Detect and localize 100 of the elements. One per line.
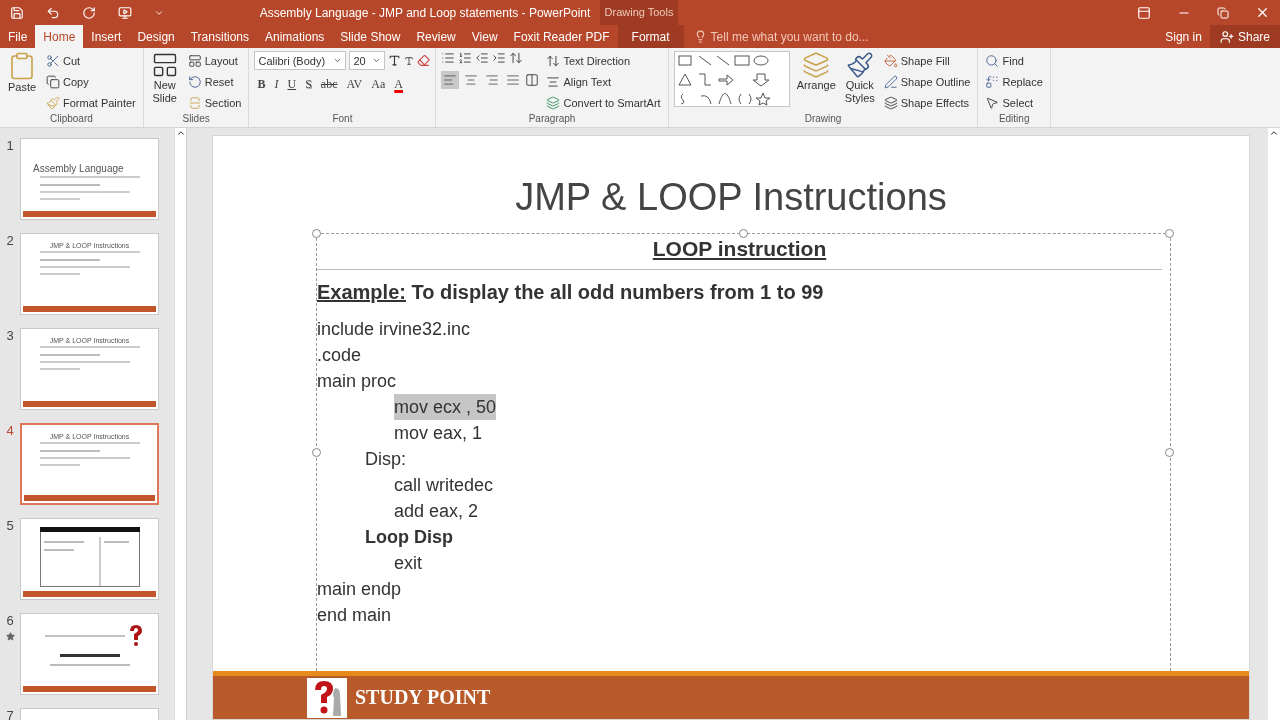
format-painter-button[interactable]: Format Painter xyxy=(44,93,138,112)
format-button[interactable]: A xyxy=(391,76,406,93)
text-direction-button[interactable]: Text Direction xyxy=(544,51,663,70)
align-left-icon xyxy=(443,73,458,87)
slide-thumbnail[interactable] xyxy=(20,613,159,695)
format-button[interactable]: I xyxy=(271,76,282,93)
code-line: main endp xyxy=(317,578,402,601)
arrange-button[interactable]: Arrange xyxy=(794,51,838,113)
replace-button[interactable]: Replace xyxy=(983,72,1045,91)
format-button[interactable]: abc xyxy=(317,76,341,93)
code-line: include irvine32.inc xyxy=(317,318,471,341)
group-label: Editing xyxy=(997,113,1031,126)
align-text-button[interactable]: Align Text xyxy=(544,72,663,91)
ribbon-tab[interactable]: Review xyxy=(408,25,464,48)
columns-icon[interactable] xyxy=(525,73,540,87)
format-button[interactable]: AV xyxy=(343,76,366,93)
shapes-gallery[interactable] xyxy=(673,51,790,107)
ribbon-tab[interactable]: Format xyxy=(617,25,684,48)
section-button[interactable]: Section xyxy=(185,93,244,112)
shape-fill-button[interactable]: Shape Fill xyxy=(881,51,973,70)
quick-styles-button[interactable]: Quick Styles xyxy=(842,51,877,113)
group-label: Drawing xyxy=(803,113,843,126)
ribbon-tab[interactable]: Home xyxy=(35,25,84,48)
resize-handle[interactable] xyxy=(312,447,321,457)
thumbnail-title: Assembly Language xyxy=(32,163,124,174)
scrollbar[interactable] xyxy=(1268,128,1280,720)
layout-button[interactable]: Layout xyxy=(185,51,244,70)
align-right-icon xyxy=(485,73,500,87)
slide-thumbnail[interactable]: Assembly Language xyxy=(20,138,159,220)
ribbon-tab[interactable]: File xyxy=(0,25,36,48)
shape-effects-button[interactable]: Shape Effects xyxy=(881,93,973,112)
ribbon-options-icon[interactable] xyxy=(1137,5,1151,20)
shrink-font-icon[interactable] xyxy=(404,55,415,66)
copy-button[interactable]: Copy xyxy=(44,72,138,91)
slide-number: 5 xyxy=(6,518,14,533)
replace-icon xyxy=(985,74,1000,89)
save-icon[interactable] xyxy=(10,5,24,20)
share-button[interactable]: Share xyxy=(1209,25,1280,48)
close-icon[interactable] xyxy=(1255,5,1270,20)
resize-handle[interactable] xyxy=(738,229,748,238)
scroll-up-icon[interactable] xyxy=(1269,128,1279,138)
paintbrush-icon xyxy=(845,51,874,79)
tell-me-field[interactable]: Tell me what you want to do... xyxy=(710,29,869,44)
resize-handle[interactable] xyxy=(1165,229,1174,238)
format-button[interactable]: Aa xyxy=(368,76,389,93)
shape-outline-button[interactable]: Shape Outline xyxy=(881,72,973,91)
code-line: Disp: xyxy=(365,448,406,471)
grow-font-icon[interactable] xyxy=(388,54,402,67)
slideshow-icon[interactable] xyxy=(118,5,132,20)
paint-bucket-icon xyxy=(883,53,898,68)
alignment-button[interactable] xyxy=(441,71,460,89)
ribbon-tab[interactable]: Insert xyxy=(83,25,130,48)
indent-increase-icon[interactable] xyxy=(492,51,507,65)
ribbon-tab[interactable]: Foxit Reader PDF xyxy=(505,25,618,48)
ribbon-tab[interactable]: Design xyxy=(129,25,183,48)
person-plus-icon xyxy=(1219,29,1234,44)
slide-number: 7 xyxy=(6,708,14,720)
ribbon-tab[interactable]: Transitions xyxy=(182,25,257,48)
format-button[interactable]: U xyxy=(284,76,300,93)
format-button[interactable]: S xyxy=(302,76,315,93)
code-line: Loop Disp xyxy=(365,526,453,549)
find-button[interactable]: Find xyxy=(983,51,1045,70)
restore-icon[interactable] xyxy=(1217,6,1229,19)
slide-title: JMP & LOOP Instructions xyxy=(514,176,948,219)
search-icon xyxy=(985,53,1000,68)
code-line: add eax, 2 xyxy=(394,500,479,523)
scrollbar[interactable] xyxy=(174,128,186,720)
group-label: Paragraph xyxy=(527,113,577,126)
group-label: Clipboard xyxy=(48,113,94,126)
font-size-field[interactable]: 20 xyxy=(349,51,386,70)
line-spacing-icon[interactable] xyxy=(509,51,524,65)
convert-smartart-button[interactable]: Convert to SmartArt xyxy=(544,93,663,112)
slide-number: 3 xyxy=(6,328,14,343)
numbering-icon[interactable] xyxy=(458,51,473,65)
font-name-field[interactable]: Calibri (Body) xyxy=(254,51,347,70)
slide-thumbnail[interactable] xyxy=(20,518,159,600)
group-label: Font xyxy=(331,113,354,126)
code-line: exit xyxy=(394,552,422,575)
cut-button[interactable]: Cut xyxy=(44,51,138,70)
paste-button[interactable]: Paste xyxy=(5,51,39,113)
indent-decrease-icon[interactable] xyxy=(475,51,490,65)
sign-in-link[interactable]: Sign in xyxy=(1157,25,1210,48)
ribbon-tab[interactable]: Slide Show xyxy=(332,25,409,48)
pointer-icon xyxy=(985,95,1000,110)
bullets-icon[interactable] xyxy=(441,51,456,65)
eraser-icon[interactable] xyxy=(417,54,431,67)
context-label: Drawing Tools xyxy=(600,0,678,25)
ribbon-tab[interactable]: Animations xyxy=(257,25,333,48)
redo-icon[interactable] xyxy=(82,5,96,20)
select-button[interactable]: Select xyxy=(983,93,1045,112)
scroll-up-icon[interactable] xyxy=(175,128,186,138)
undo-icon[interactable] xyxy=(46,5,60,20)
format-button[interactable]: B xyxy=(254,76,269,93)
dropdown-icon xyxy=(333,56,343,65)
code-line: mov eax, 1 xyxy=(394,422,483,445)
ribbon-tab[interactable]: View xyxy=(463,25,506,48)
reset-button[interactable]: Reset xyxy=(185,72,244,91)
resize-handle[interactable] xyxy=(1165,447,1174,457)
new-slide-button[interactable]: New Slide xyxy=(148,51,181,113)
resize-handle[interactable] xyxy=(312,229,321,238)
